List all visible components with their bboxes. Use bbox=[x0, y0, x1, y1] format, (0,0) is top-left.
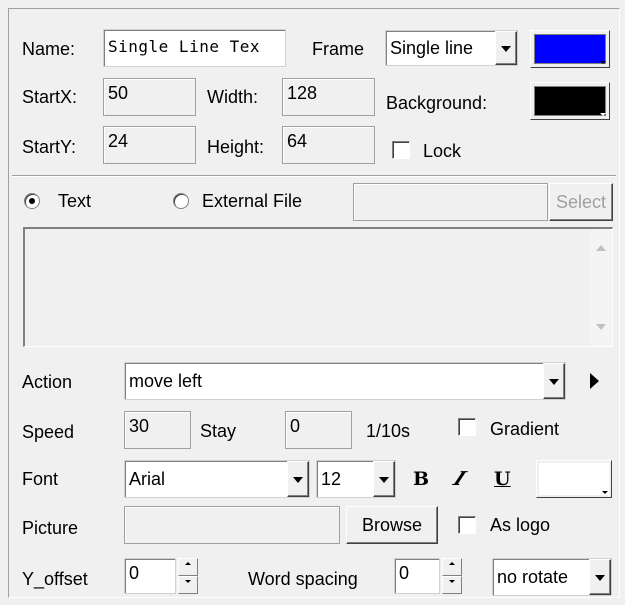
font-select[interactable]: Arial bbox=[124, 460, 310, 498]
scroll-down-icon[interactable] bbox=[596, 324, 606, 330]
rotate-select[interactable]: no rotate bbox=[492, 558, 612, 596]
frame-color-button[interactable] bbox=[530, 30, 610, 68]
width-label: Width: bbox=[207, 87, 259, 107]
browse-button[interactable]: Browse bbox=[346, 506, 438, 544]
height-label: Height: bbox=[207, 137, 265, 157]
gradient-label: Gradient bbox=[490, 419, 560, 439]
text-radio-label: Text bbox=[58, 191, 92, 211]
y-offset-input[interactable]: 0 bbox=[124, 558, 176, 594]
font-size-select[interactable]: 12 bbox=[316, 460, 396, 498]
action-dropdown-button[interactable] bbox=[543, 363, 565, 399]
picture-input[interactable] bbox=[124, 506, 340, 544]
font-select-value: Arial bbox=[129, 469, 166, 489]
stay-label: Stay bbox=[200, 421, 237, 441]
lock-checkbox[interactable] bbox=[392, 141, 410, 159]
font-dropdown-button[interactable] bbox=[287, 461, 309, 497]
font-color-swatch bbox=[539, 463, 609, 495]
name-input[interactable]: Single Line Tex bbox=[103, 29, 286, 67]
word-spacing-spinner[interactable] bbox=[442, 558, 462, 594]
rotate-select-value: no rotate bbox=[497, 567, 569, 587]
external-file-radio[interactable] bbox=[173, 193, 189, 209]
external-file-input[interactable] bbox=[353, 183, 548, 221]
width-input[interactable]: 128 bbox=[282, 78, 375, 116]
stay-input[interactable]: 0 bbox=[285, 411, 352, 449]
font-size-dropdown-button[interactable] bbox=[373, 461, 395, 497]
word-spacing-label: Word spacing bbox=[248, 569, 358, 589]
speed-input[interactable]: 30 bbox=[124, 411, 191, 449]
background-color-button[interactable] bbox=[530, 82, 610, 120]
rotate-dropdown-button[interactable] bbox=[589, 559, 611, 595]
action-select-value: move left bbox=[129, 371, 203, 391]
scroll-up-icon[interactable] bbox=[596, 245, 606, 251]
action-select[interactable]: move left bbox=[124, 362, 566, 400]
as-logo-checkbox[interactable] bbox=[458, 516, 476, 534]
select-button[interactable]: Select bbox=[549, 183, 613, 221]
name-label: Name: bbox=[22, 39, 76, 59]
text-content-area[interactable] bbox=[23, 227, 613, 347]
action-label: Action bbox=[22, 372, 73, 392]
frame-select-value: Single line bbox=[390, 38, 474, 58]
spin-down-icon[interactable] bbox=[178, 576, 198, 594]
spin-up-icon[interactable] bbox=[178, 558, 198, 576]
word-spacing-input[interactable]: 0 bbox=[394, 558, 440, 594]
spin-up-icon[interactable] bbox=[442, 558, 462, 576]
gradient-checkbox[interactable] bbox=[458, 418, 476, 436]
lock-label: Lock bbox=[423, 141, 462, 161]
font-label: Font bbox=[22, 469, 59, 489]
frame-select[interactable]: Single line bbox=[385, 30, 518, 66]
startx-label: StartX: bbox=[22, 87, 78, 107]
starty-label: StartY: bbox=[22, 137, 77, 157]
background-label: Background: bbox=[386, 93, 488, 113]
speed-label: Speed bbox=[22, 422, 75, 442]
radio-selected-dot bbox=[29, 198, 35, 204]
text-radio[interactable] bbox=[24, 193, 40, 209]
height-input[interactable]: 64 bbox=[282, 126, 375, 164]
frame-dropdown-button[interactable] bbox=[495, 31, 517, 65]
frame-label: Frame bbox=[312, 39, 365, 59]
bold-button[interactable]: B bbox=[413, 467, 429, 491]
spin-down-icon[interactable] bbox=[442, 576, 462, 594]
font-color-button[interactable] bbox=[536, 460, 612, 498]
underline-button[interactable]: U bbox=[494, 467, 511, 491]
startx-input[interactable]: 50 bbox=[103, 78, 196, 116]
picture-label: Picture bbox=[22, 518, 79, 538]
chevron-down-icon bbox=[600, 61, 606, 64]
text-area-scrollbar[interactable] bbox=[590, 229, 612, 346]
unit-label: 1/10s bbox=[366, 421, 411, 441]
frame-color-swatch bbox=[534, 34, 606, 64]
play-arrow-icon[interactable] bbox=[590, 373, 599, 389]
font-size-value: 12 bbox=[321, 469, 342, 489]
external-file-label: External File bbox=[202, 191, 303, 211]
y-offset-label: Y_offset bbox=[22, 569, 88, 589]
chevron-down-icon bbox=[600, 113, 606, 116]
background-color-swatch bbox=[534, 86, 606, 116]
y-offset-spinner[interactable] bbox=[178, 558, 198, 594]
chevron-down-icon bbox=[602, 491, 608, 494]
starty-input[interactable]: 24 bbox=[103, 126, 196, 164]
as-logo-label: As logo bbox=[490, 515, 551, 535]
divider bbox=[12, 175, 616, 177]
